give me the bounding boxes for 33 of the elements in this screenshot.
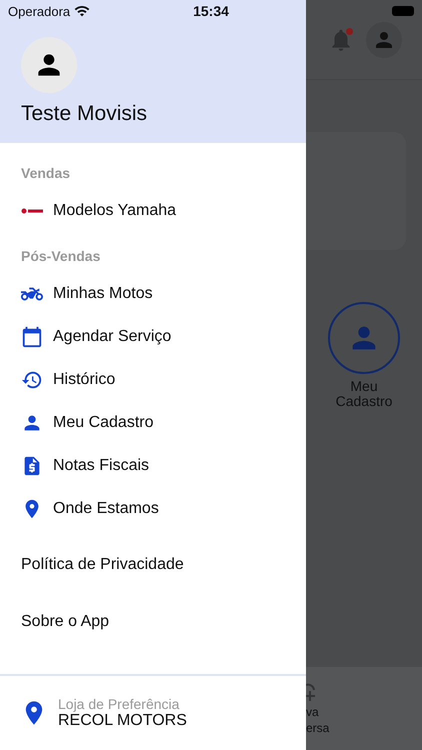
logo-icon [21,208,43,214]
section-title: Vendas [20,164,72,183]
menu-item-label: Modelos Yamaha [53,202,176,220]
wifi-icon [74,3,90,19]
section-title: Pós-Vendas [20,247,102,266]
tab-label: va [306,705,320,719]
menu-item[interactable]: Agendar Serviço [0,315,306,358]
clock: 15:34 [193,3,229,19]
menu-item[interactable]: Meu Cadastro [0,401,306,444]
menu-link[interactable]: Política de Privacidade [0,536,306,593]
menu-item[interactable]: Notas Fiscais [0,444,306,487]
menu-item[interactable]: Modelos Yamaha [0,189,306,232]
menu-item[interactable]: Histórico [0,358,306,401]
user-name: Teste Movisis [21,102,148,126]
menu-item-label: Histórico [53,370,116,388]
menu-item[interactable]: Onde Estamos [0,487,306,530]
shortcut-label: Meu Cadastro [334,379,394,409]
battery-icon [392,6,414,16]
store-caption: Loja de Preferência [58,696,180,712]
carrier-name: Operadora [8,4,70,18]
headset-plus-icon [306,681,316,703]
profile-button[interactable] [366,22,402,58]
menu-item-label: Agendar Serviço [53,328,172,346]
menu-item-label: Notas Fiscais [53,456,150,474]
menu-item-label: Onde Estamos [53,500,159,518]
menu-item[interactable]: Minhas Motos [0,272,306,315]
menu-item-label: Minhas Motos [53,284,153,302]
menu-link[interactable]: Sobre o App [0,593,306,650]
profile-shortcut[interactable] [328,302,400,374]
tab-label: ersa [306,721,330,735]
store-name: RECOL MOTORS [58,712,187,730]
menu-item-label: Meu Cadastro [53,414,154,432]
calendar-icon [21,326,43,348]
